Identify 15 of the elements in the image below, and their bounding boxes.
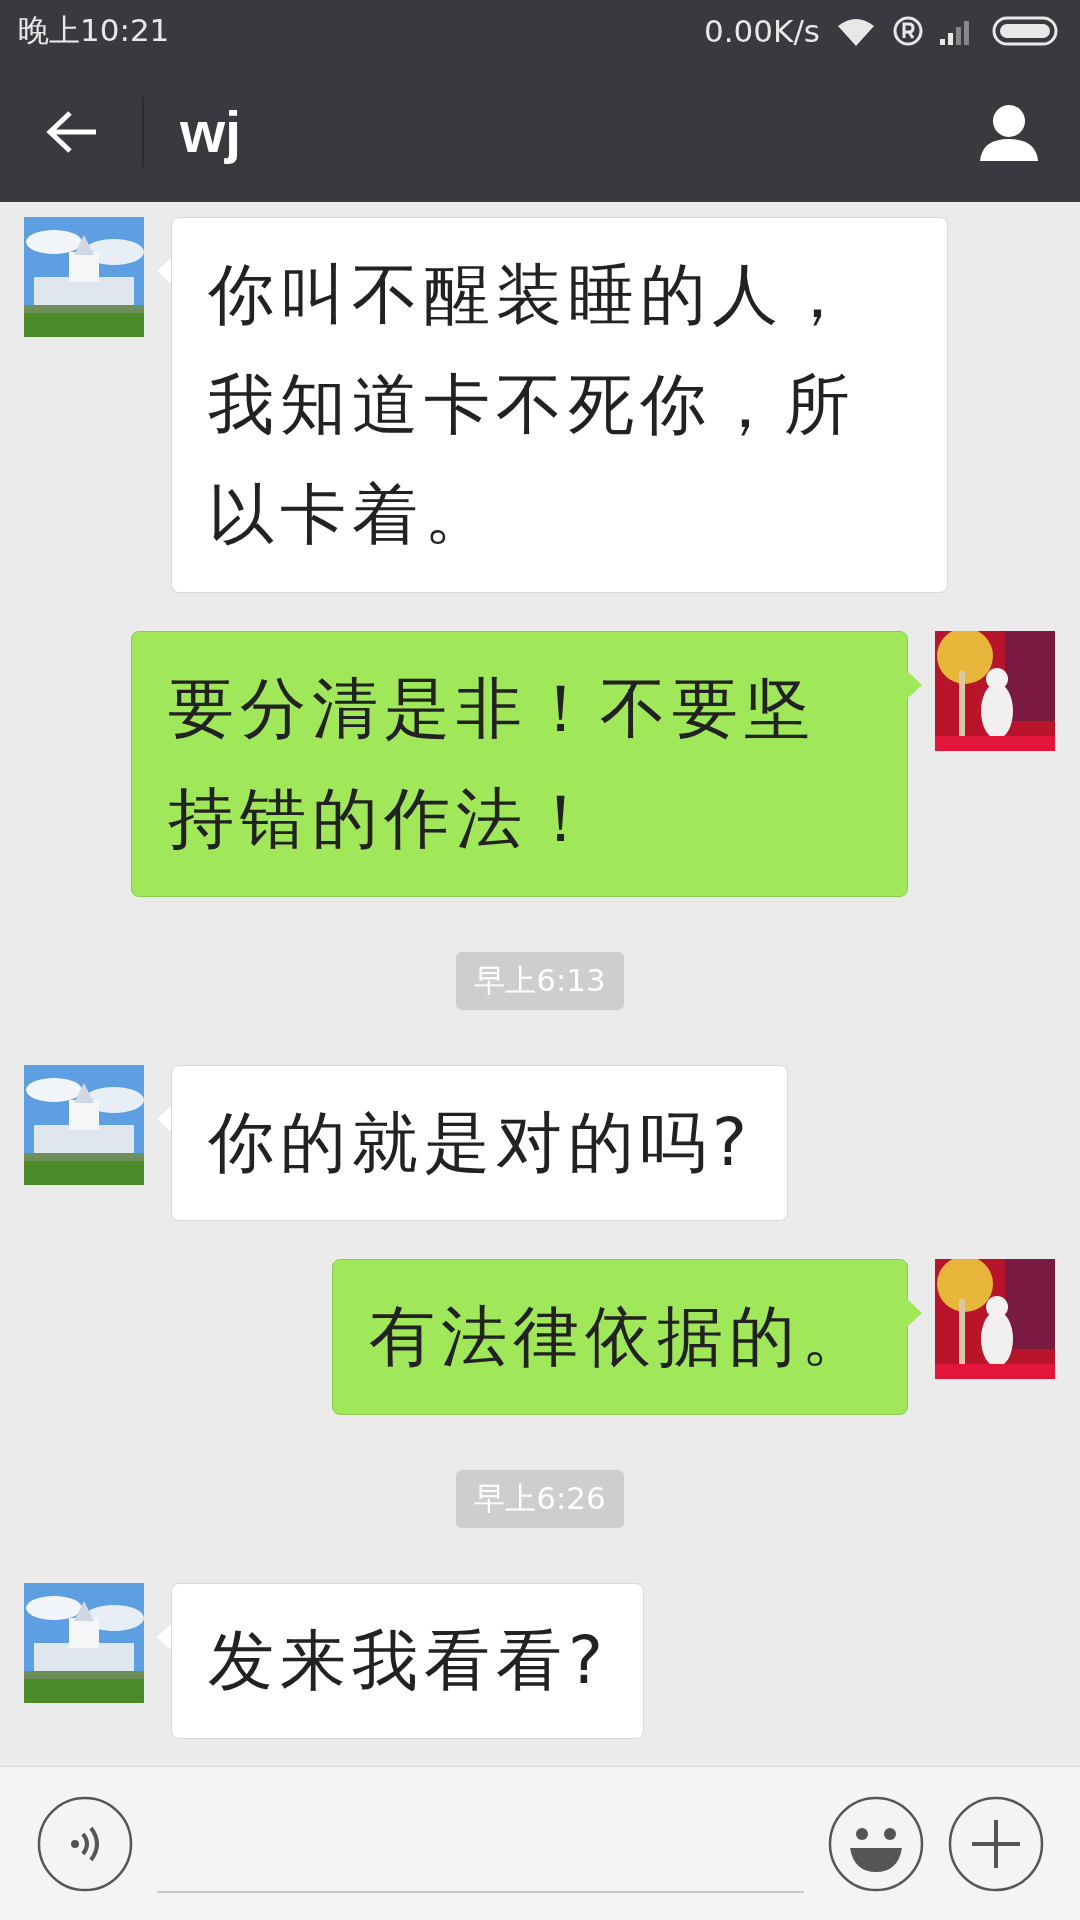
back-arrow-icon[interactable]	[46, 108, 98, 155]
message-bubble: 要分清是非！不要坚持错的作法！	[131, 631, 908, 897]
status-time: 晚上10:21	[18, 10, 170, 50]
message-bubble: 发来我看看?	[171, 1583, 645, 1739]
message-bubble: 有法律依据的。	[332, 1259, 908, 1415]
chat-title: wj	[180, 98, 242, 165]
emoji-icon[interactable]	[828, 1795, 924, 1892]
bubble-tail	[907, 671, 922, 699]
bubble-tail	[907, 1299, 922, 1327]
message-bubble: 你叫不醒装睡的人，我知道卡不死你，所以卡着。	[171, 217, 948, 593]
message-bubble: 你的就是对的吗?	[171, 1065, 789, 1221]
network-speed: 0.00K/s	[704, 12, 820, 49]
plus-icon[interactable]	[948, 1795, 1044, 1892]
registered-icon	[892, 14, 924, 47]
voice-icon[interactable]	[37, 1795, 133, 1892]
